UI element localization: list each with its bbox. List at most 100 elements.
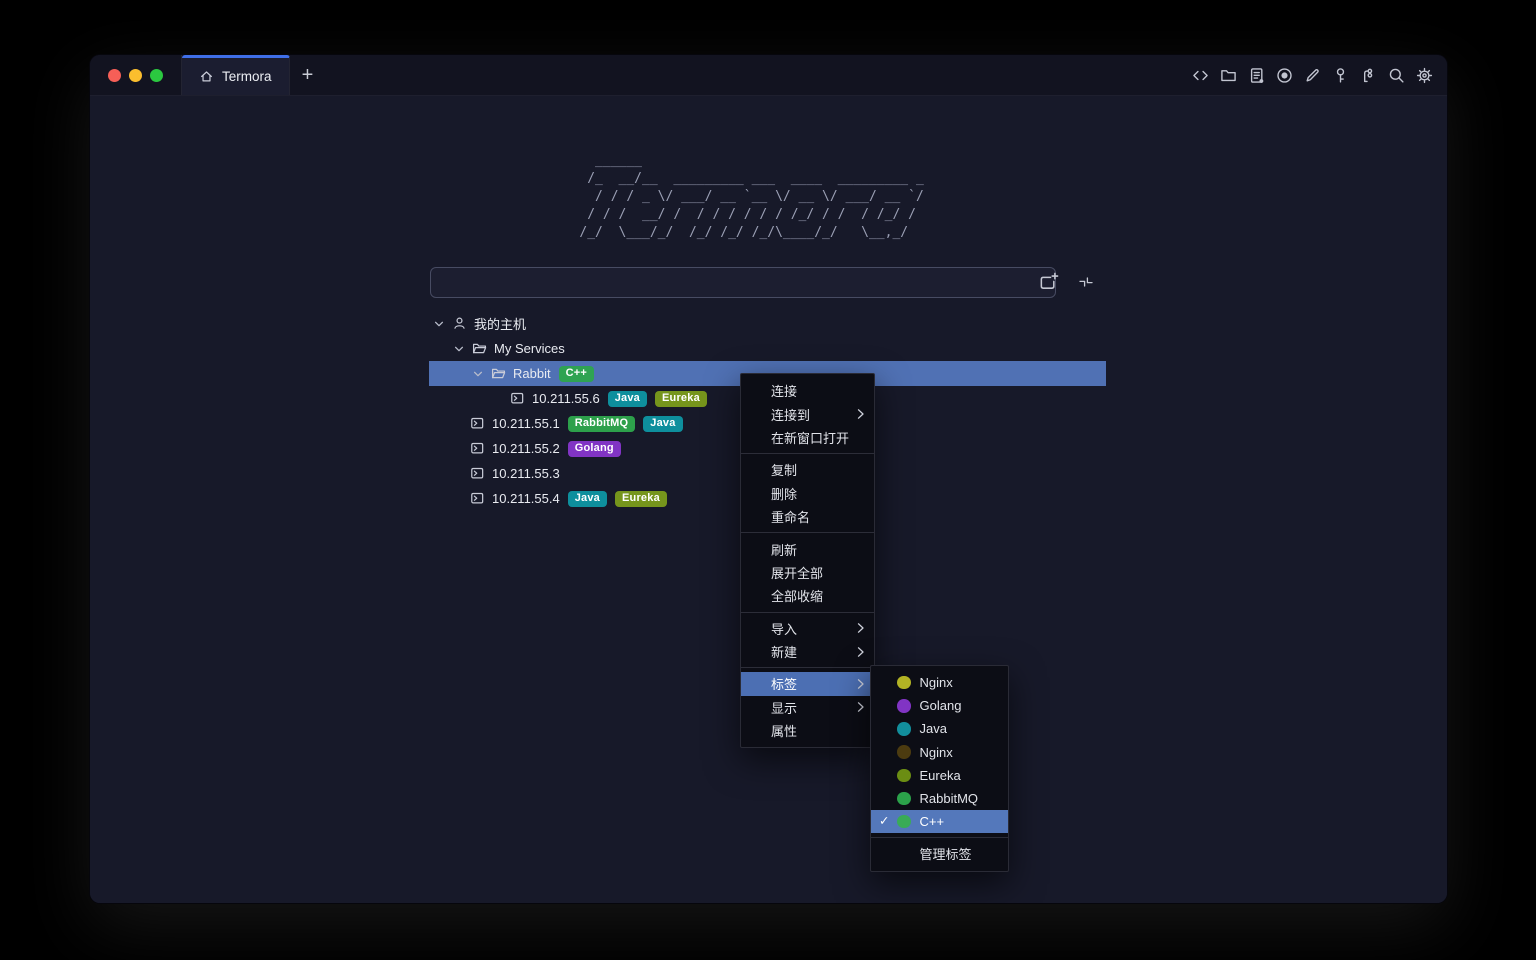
tag-menu-item-Golang[interactable]: Golang <box>871 694 1008 717</box>
menu-item-label: 属性 <box>771 721 797 740</box>
tag-badge-java: Java <box>568 491 607 507</box>
chevron-down-icon[interactable] <box>453 343 465 355</box>
menu-separator <box>741 453 874 454</box>
menu-item-全部收缩[interactable]: 全部收缩 <box>741 584 874 607</box>
check-icon: ✓ <box>879 815 897 828</box>
menu-item-label: 连接 <box>771 381 797 400</box>
tree-label: 10.211.55.4 <box>492 491 560 506</box>
layout-toggle-button[interactable] <box>1078 274 1094 290</box>
tag-menu-item-Nginx[interactable]: Nginx <box>871 671 1008 694</box>
titlebar: Termora + <box>90 55 1447 96</box>
tag-menu-item-label: Java <box>920 721 947 736</box>
menu-item-复制[interactable]: 复制 <box>741 458 874 481</box>
tag-badge-java: Java <box>643 416 682 432</box>
keychain-icon[interactable] <box>1360 67 1377 84</box>
zoom-button[interactable] <box>150 69 163 82</box>
menu-item-刷新[interactable]: 刷新 <box>741 537 874 560</box>
edit-icon[interactable] <box>1304 67 1321 84</box>
menu-item-label: 新建 <box>771 642 797 661</box>
tag-menu-item-label: Nginx <box>920 675 953 690</box>
minimize-button[interactable] <box>129 69 142 82</box>
tag-menu-item-label: Golang <box>920 698 962 713</box>
main-content: ______ /_ __/__ _________ ___ ____ _____… <box>90 96 1447 903</box>
tag-menu-item-C++[interactable]: ✓ C++ <box>871 810 1008 833</box>
new-tab-button[interactable]: + <box>290 55 326 95</box>
tree-label: Rabbit <box>513 366 551 381</box>
menu-item-label: 连接到 <box>771 405 810 424</box>
tag-color-dot <box>897 792 911 806</box>
app-window: Termora + ______ /_ __/__ _________ ___ … <box>90 55 1447 903</box>
tag-menu-item-Eureka[interactable]: Eureka <box>871 764 1008 787</box>
tree-row--[interactable]: 我的主机 <box>429 311 1106 336</box>
tag-color-dot <box>897 722 911 736</box>
submenu-arrow-icon <box>857 408 865 420</box>
submenu-arrow-icon <box>857 701 865 713</box>
add-host-button[interactable] <box>1039 272 1059 290</box>
menu-item-label: 刷新 <box>771 540 797 559</box>
log-icon[interactable] <box>1248 67 1265 84</box>
tag-badge-c++: C++ <box>559 366 594 382</box>
submenu-arrow-icon <box>857 646 865 658</box>
search-icon[interactable] <box>1388 67 1405 84</box>
ascii-banner: ______ /_ __/__ _________ ___ ____ _____… <box>579 152 931 242</box>
search-input[interactable] <box>430 267 1056 298</box>
terminal-icon <box>470 466 485 481</box>
tag-menu-item-label: 管理标签 <box>920 844 972 863</box>
submenu-arrow-icon <box>857 678 865 690</box>
menu-item-新建[interactable]: 新建 <box>741 640 874 663</box>
tree-label: 10.211.55.3 <box>492 466 560 481</box>
menu-item-label: 全部收缩 <box>771 586 823 605</box>
menu-item-标签[interactable]: 标签 <box>741 672 874 695</box>
menu-item-label: 删除 <box>771 484 797 503</box>
menu-item-label: 在新窗口打开 <box>771 428 849 447</box>
tree-label: 10.211.55.6 <box>532 391 600 406</box>
menu-item-导入[interactable]: 导入 <box>741 617 874 640</box>
tag-menu-item-Java[interactable]: Java <box>871 717 1008 740</box>
tag-menu-item-管理标签[interactable]: 管理标签 <box>871 842 1008 865</box>
menu-item-在新窗口打开[interactable]: 在新窗口打开 <box>741 426 874 449</box>
tag-menu-item-RabbitMQ[interactable]: RabbitMQ <box>871 787 1008 810</box>
tag-badge-eureka: Eureka <box>615 491 667 507</box>
menu-item-属性[interactable]: 属性 <box>741 719 874 742</box>
key-icon[interactable] <box>1332 67 1349 84</box>
close-button[interactable] <box>108 69 121 82</box>
settings-icon[interactable] <box>1416 67 1433 84</box>
menu-separator <box>741 612 874 613</box>
folder-icon[interactable] <box>1220 67 1237 84</box>
menu-item-连接[interactable]: 连接 <box>741 379 874 402</box>
menu-item-删除[interactable]: 删除 <box>741 482 874 505</box>
chevron-down-icon[interactable] <box>472 368 484 380</box>
tag-badge-eureka: Eureka <box>655 391 707 407</box>
traffic-lights <box>90 55 182 95</box>
code-icon[interactable] <box>1192 67 1209 84</box>
tab-termora[interactable]: Termora <box>182 55 290 95</box>
menu-item-label: 展开全部 <box>771 563 823 582</box>
tree-label: My Services <box>494 341 565 356</box>
tag-color-dot <box>897 769 911 783</box>
menu-item-展开全部[interactable]: 展开全部 <box>741 561 874 584</box>
record-icon[interactable] <box>1276 67 1293 84</box>
tree-row-My-Services[interactable]: My Services <box>429 336 1106 361</box>
toolbar <box>1192 55 1447 95</box>
menu-item-label: 复制 <box>771 460 797 479</box>
tree-label: 我的主机 <box>474 314 526 333</box>
tag-color-dot <box>897 699 911 713</box>
menu-item-label: 重命名 <box>771 507 810 526</box>
tag-badge-rabbitmq: RabbitMQ <box>568 416 636 432</box>
folder-open-icon <box>491 366 506 381</box>
tree-label: 10.211.55.1 <box>492 416 560 431</box>
menu-item-连接到[interactable]: 连接到 <box>741 402 874 425</box>
tag-menu-item-label: Eureka <box>920 768 961 783</box>
tag-menu-item-label: C++ <box>920 814 945 829</box>
tag-menu-item-Nginx[interactable]: Nginx <box>871 741 1008 764</box>
chevron-down-icon[interactable] <box>433 318 445 330</box>
tag-badge-golang: Golang <box>568 441 621 457</box>
menu-item-重命名[interactable]: 重命名 <box>741 505 874 528</box>
submenu-arrow-icon <box>857 622 865 634</box>
tag-menu-item-label: Nginx <box>920 745 953 760</box>
menu-separator <box>741 532 874 533</box>
menu-item-显示[interactable]: 显示 <box>741 696 874 719</box>
menu-separator <box>741 667 874 668</box>
terminal-icon <box>470 416 485 431</box>
tree-label: 10.211.55.2 <box>492 441 560 456</box>
